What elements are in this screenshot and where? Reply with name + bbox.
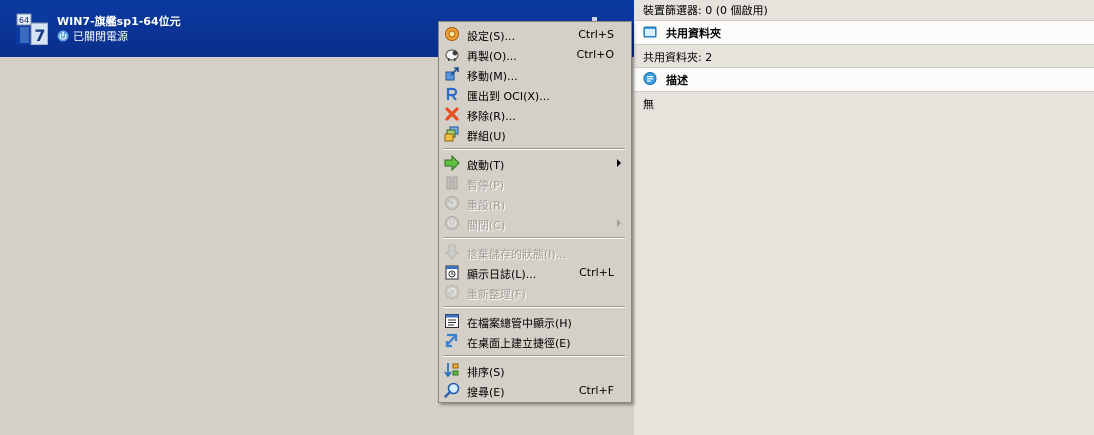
menu-item-pause[interactable]: 暫停(P) xyxy=(440,173,630,193)
menu-item-show-log[interactable]: 顯示日誌(L)... Ctrl+L xyxy=(440,262,630,282)
menu-item-show-in-explorer[interactable]: 在檔案總管中顯示(H) xyxy=(440,311,630,331)
shared-folders-title: 共用資料夾 xyxy=(666,27,721,40)
speech-bubble-icon xyxy=(643,72,657,85)
description-title: 描述 xyxy=(666,74,688,87)
menu-item-move[interactable]: 移動(M)... xyxy=(440,64,630,84)
menu-label: 設定(S)... xyxy=(467,30,516,43)
menu-item-discard-state[interactable]: 捨棄儲存的狀態(I)... xyxy=(440,242,630,262)
menu-item-settings[interactable]: 設定(S)... Ctrl+S xyxy=(440,24,630,44)
vm-context-menu: 設定(S)... Ctrl+S 再製(O)... Ctrl+O 移動(M)...… xyxy=(438,21,632,403)
menu-label: 捨棄儲存的狀態(I)... xyxy=(467,248,567,261)
reset-icon xyxy=(445,196,459,210)
os-badge-text: 64 xyxy=(19,16,29,25)
menu-label: 在檔案總管中顯示(H) xyxy=(467,317,572,330)
menu-label: 群組(U) xyxy=(467,130,506,143)
menu-item-sort[interactable]: 排序(S) xyxy=(440,360,630,380)
sheep-icon xyxy=(445,49,459,61)
shared-folders-section-header[interactable]: 共用資料夾 xyxy=(634,20,1094,45)
export-oci-icon xyxy=(446,87,458,101)
menu-item-export-oci[interactable]: 匯出到 OCI(X)... xyxy=(440,84,630,104)
usb-filters-row: 裝置篩選器: 0 (0 個啟用) xyxy=(643,4,768,17)
menu-item-close[interactable]: 關閉(C) xyxy=(440,213,630,233)
search-icon xyxy=(444,382,460,398)
windows7-64-icon: 64 7 xyxy=(16,13,48,45)
remove-icon xyxy=(445,107,459,121)
vm-state: 已關閉電源 xyxy=(57,28,128,44)
menu-label: 再製(O)... xyxy=(467,50,517,63)
description-value: 無 xyxy=(643,98,654,111)
details-pane: 裝置篩選器: 0 (0 個啟用) 共用資料夾 共用資料夾: 2 描述 無 xyxy=(634,0,1094,435)
menu-label: 排序(S) xyxy=(467,366,505,379)
menu-shortcut: Ctrl+S xyxy=(578,28,614,41)
menu-label: 暫停(P) xyxy=(467,179,505,192)
sort-icon xyxy=(444,363,459,378)
menu-separator xyxy=(443,355,625,357)
menu-item-create-shortcut[interactable]: 在桌面上建立捷徑(E) xyxy=(440,331,630,351)
menu-label: 搜尋(E) xyxy=(467,386,505,399)
move-icon xyxy=(445,67,459,81)
discard-icon xyxy=(444,244,460,260)
folder-icon xyxy=(643,26,657,38)
menu-item-reset[interactable]: 重設(R) xyxy=(440,193,630,213)
menu-item-refresh[interactable]: 重新整理(F) xyxy=(440,282,630,302)
vm-name: WIN7-旗艦sp1-64位元 xyxy=(57,15,181,28)
refresh-icon xyxy=(445,285,459,299)
menu-item-clone[interactable]: 再製(O)... Ctrl+O xyxy=(440,44,630,64)
menu-label: 重設(R) xyxy=(467,199,506,212)
menu-label: 重新整理(F) xyxy=(467,288,526,301)
power-off-icon xyxy=(445,216,459,230)
menu-separator xyxy=(443,306,625,308)
menu-shortcut: Ctrl+L xyxy=(579,266,614,279)
submenu-arrow-icon xyxy=(617,219,621,227)
menu-item-search[interactable]: 搜尋(E) Ctrl+F xyxy=(440,380,630,400)
group-icon xyxy=(444,126,459,142)
gear-icon xyxy=(445,27,459,41)
shared-folders-value: 共用資料夾: 2 xyxy=(643,51,713,64)
menu-label: 啟動(T) xyxy=(467,159,505,172)
menu-label: 移除(R)... xyxy=(467,110,516,123)
menu-label: 匯出到 OCI(X)... xyxy=(467,90,550,103)
description-section-header[interactable]: 描述 xyxy=(634,67,1094,92)
explorer-icon xyxy=(445,314,459,328)
menu-label: 在桌面上建立捷徑(E) xyxy=(467,337,571,350)
menu-separator xyxy=(443,148,625,150)
start-arrow-icon xyxy=(444,155,460,171)
log-icon xyxy=(445,265,459,280)
menu-label: 移動(M)... xyxy=(467,70,518,83)
menu-item-start[interactable]: 啟動(T) xyxy=(440,153,630,173)
menu-label: 關閉(C) xyxy=(467,219,506,232)
vm-state-label: 已關閉電源 xyxy=(73,30,128,43)
menu-shortcut: Ctrl+O xyxy=(576,48,614,61)
submenu-arrow-icon xyxy=(617,159,621,167)
menu-shortcut: Ctrl+F xyxy=(578,384,614,397)
menu-separator xyxy=(443,237,625,239)
menu-item-group[interactable]: 群組(U) xyxy=(440,124,630,144)
shortcut-icon xyxy=(445,333,458,348)
pause-icon xyxy=(446,176,458,190)
power-off-state-icon xyxy=(57,30,69,42)
menu-item-remove[interactable]: 移除(R)... xyxy=(440,104,630,124)
os-version-text: 7 xyxy=(34,26,45,45)
menu-label: 顯示日誌(L)... xyxy=(467,268,537,281)
